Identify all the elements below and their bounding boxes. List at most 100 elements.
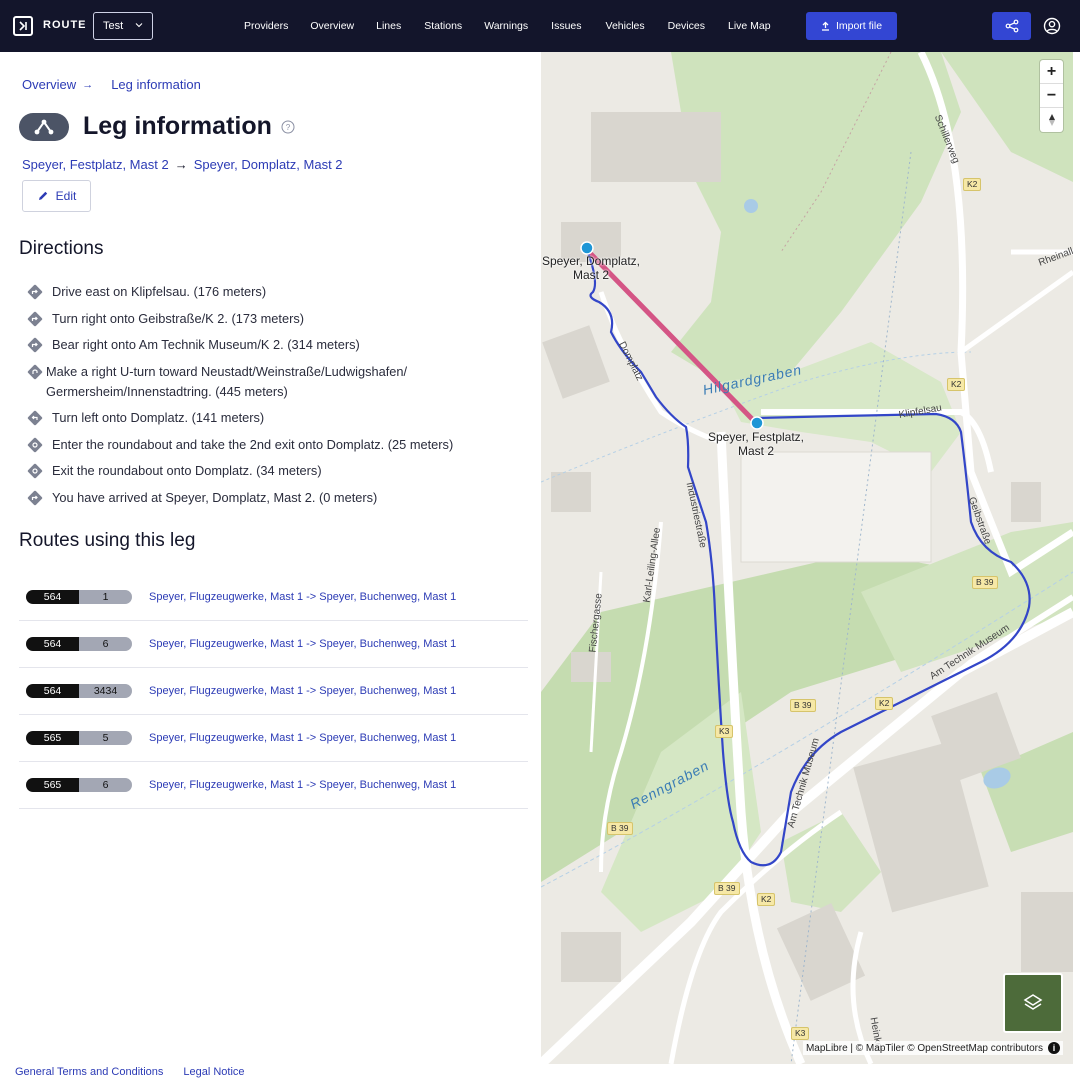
environment-select[interactable]: Test [93,12,153,40]
route-row[interactable]: 565 6 Speyer, Flugzeugwerke, Mast 1 -> S… [19,762,528,809]
road-tag: B 39 [714,882,740,895]
leg-map[interactable]: Speyer, Domplatz, Mast 2 Speyer, Festpla… [541,52,1073,1064]
u-turn-sign-icon [27,364,43,380]
nav-overview[interactable]: Overview [310,20,354,32]
road-tag: K2 [875,697,894,710]
top-navigation: ROUTE Test Providers Overview Lines Stat… [0,0,1080,52]
route-line-badge: 564 3434 [26,684,132,698]
route-link[interactable]: Speyer, Flugzeugwerke, Mast 1 -> Speyer,… [149,779,456,791]
route-line-badge: 565 5 [26,731,132,745]
direction-text: You have arrived at Speyer, Domplatz, Ma… [52,490,378,505]
svg-text:?: ? [286,123,291,132]
leg-stops: Speyer, Festplatz, Mast 2 → Speyer, Domp… [22,157,343,172]
direction-sign-icon [27,311,43,327]
route-link[interactable]: Speyer, Flugzeugwerke, Mast 1 -> Speyer,… [149,591,456,603]
route-link[interactable]: Speyer, Flugzeugwerke, Mast 1 -> Speyer,… [149,732,456,744]
legal-notice-link[interactable]: Legal Notice [183,1066,244,1078]
route-link[interactable]: Speyer, Flugzeugwerke, Mast 1 -> Speyer,… [149,685,456,697]
breadcrumb-overview-link[interactable]: Overview [22,77,76,92]
map-stop-label-domplatz: Speyer, Domplatz, Mast 2 [541,254,641,282]
map-zoom-controls: + − [1040,60,1063,132]
attribution-text[interactable]: MapLibre | © MapTiler © OpenStreetMap co… [806,1043,1043,1054]
logo-text: ROUTE [43,19,87,31]
roundabout-sign-icon [27,463,43,479]
share-icon [1005,19,1018,33]
route-line-badge: 564 1 [26,590,132,604]
variant-number: 6 [79,637,132,651]
line-number: 564 [26,590,79,604]
routes-list: 564 1 Speyer, Flugzeugwerke, Mast 1 -> S… [19,574,528,809]
direction-step: Bear right onto Am Technik Museum/K 2. (… [26,335,526,362]
directions-heading: Directions [19,238,104,259]
page-title: Leg information [83,112,272,140]
breadcrumb-current: Leg information [111,77,201,92]
nav-vehicles[interactable]: Vehicles [606,20,645,32]
compass-icon [1048,114,1055,126]
pencil-icon [38,191,47,200]
route-row[interactable]: 565 5 Speyer, Flugzeugwerke, Mast 1 -> S… [19,715,528,762]
road-tag: K3 [791,1027,810,1040]
breadcrumb: Overview → Leg information [22,77,201,92]
zoom-in-button[interactable]: + [1040,60,1063,84]
leg-type-icon [19,112,69,141]
directions-list: Drive east on Klipfelsau. (176 meters) T… [26,282,526,514]
map-attribution: MapLibre | © MapTiler © OpenStreetMap co… [802,1041,1063,1055]
edit-label: Edit [55,189,77,203]
routes-heading: Routes using this leg [19,530,196,551]
page-title-row: Leg information ? [19,112,295,141]
share-button[interactable] [992,12,1031,40]
route-row[interactable]: 564 6 Speyer, Flugzeugwerke, Mast 1 -> S… [19,621,528,668]
direction-sign-icon [27,284,43,300]
map-layer-switch-button[interactable] [1003,973,1063,1033]
route-logo-icon[interactable] [13,16,33,36]
road-tag: K2 [947,378,966,391]
to-stop-link[interactable]: Speyer, Domplatz, Mast 2 [194,157,343,172]
nav-providers[interactable]: Providers [244,20,288,32]
compass-button[interactable] [1040,108,1063,132]
chevron-down-icon [135,23,143,28]
edit-button[interactable]: Edit [22,180,91,212]
nav-warnings[interactable]: Warnings [484,20,528,32]
nav-stations[interactable]: Stations [424,20,462,32]
direction-text: Exit the roundabout onto Domplatz. (34 m… [52,463,322,478]
route-link[interactable]: Speyer, Flugzeugwerke, Mast 1 -> Speyer,… [149,638,456,650]
nav-live-map[interactable]: Live Map [728,20,771,32]
direction-text: Turn left onto Domplatz. (141 meters) [52,410,265,425]
nav-issues[interactable]: Issues [551,20,581,32]
direction-text: Bear right onto Am Technik Museum/K 2. (… [52,337,360,352]
direction-step: Drive east on Klipfelsau. (176 meters) [26,282,526,309]
road-tag: B 39 [790,699,816,712]
direction-step: Enter the roundabout and take the 2nd ex… [26,435,526,461]
nav-devices[interactable]: Devices [668,20,705,32]
map-base [541,52,1073,1064]
direction-sign-icon [27,337,43,353]
info-icon[interactable]: i [1048,1042,1060,1054]
direction-text: Enter the roundabout and take the 2nd ex… [52,437,454,452]
line-number: 564 [26,684,79,698]
road-tag: B 39 [607,822,633,835]
map-stop-label-festplatz: Speyer, Festplatz, Mast 2 [707,430,805,458]
roundabout-sign-icon [27,437,43,453]
from-stop-link[interactable]: Speyer, Festplatz, Mast 2 [22,157,169,172]
account-icon[interactable] [1043,17,1061,35]
direction-step: Exit the roundabout onto Domplatz. (34 m… [26,461,526,488]
variant-number: 1 [79,590,132,604]
main-nav: Providers Overview Lines Stations Warnin… [244,0,771,52]
footer: General Terms and Conditions Legal Notic… [15,1066,245,1078]
arrive-sign-icon [27,490,43,506]
import-file-button[interactable]: Import file [806,12,897,40]
route-row[interactable]: 564 1 Speyer, Flugzeugwerke, Mast 1 -> S… [19,574,528,621]
direction-step: You have arrived at Speyer, Domplatz, Ma… [26,488,526,514]
help-icon[interactable]: ? [281,120,295,134]
direction-step: Turn right onto Geibstraße/K 2. (173 met… [26,309,526,335]
direction-sign-icon [27,410,43,426]
zoom-out-button[interactable]: − [1040,84,1063,108]
direction-step: Turn left onto Domplatz. (141 meters) [26,408,526,435]
road-tag: K2 [757,893,776,906]
nav-lines[interactable]: Lines [376,20,401,32]
direction-text: Turn right onto Geibstraße/K 2. (173 met… [52,311,305,326]
terms-link[interactable]: General Terms and Conditions [15,1066,163,1078]
direction-text: Make a right U-turn toward Neustadt/Wein… [46,364,408,399]
route-row[interactable]: 564 3434 Speyer, Flugzeugwerke, Mast 1 -… [19,668,528,715]
arrow-right-icon: → [174,157,188,172]
